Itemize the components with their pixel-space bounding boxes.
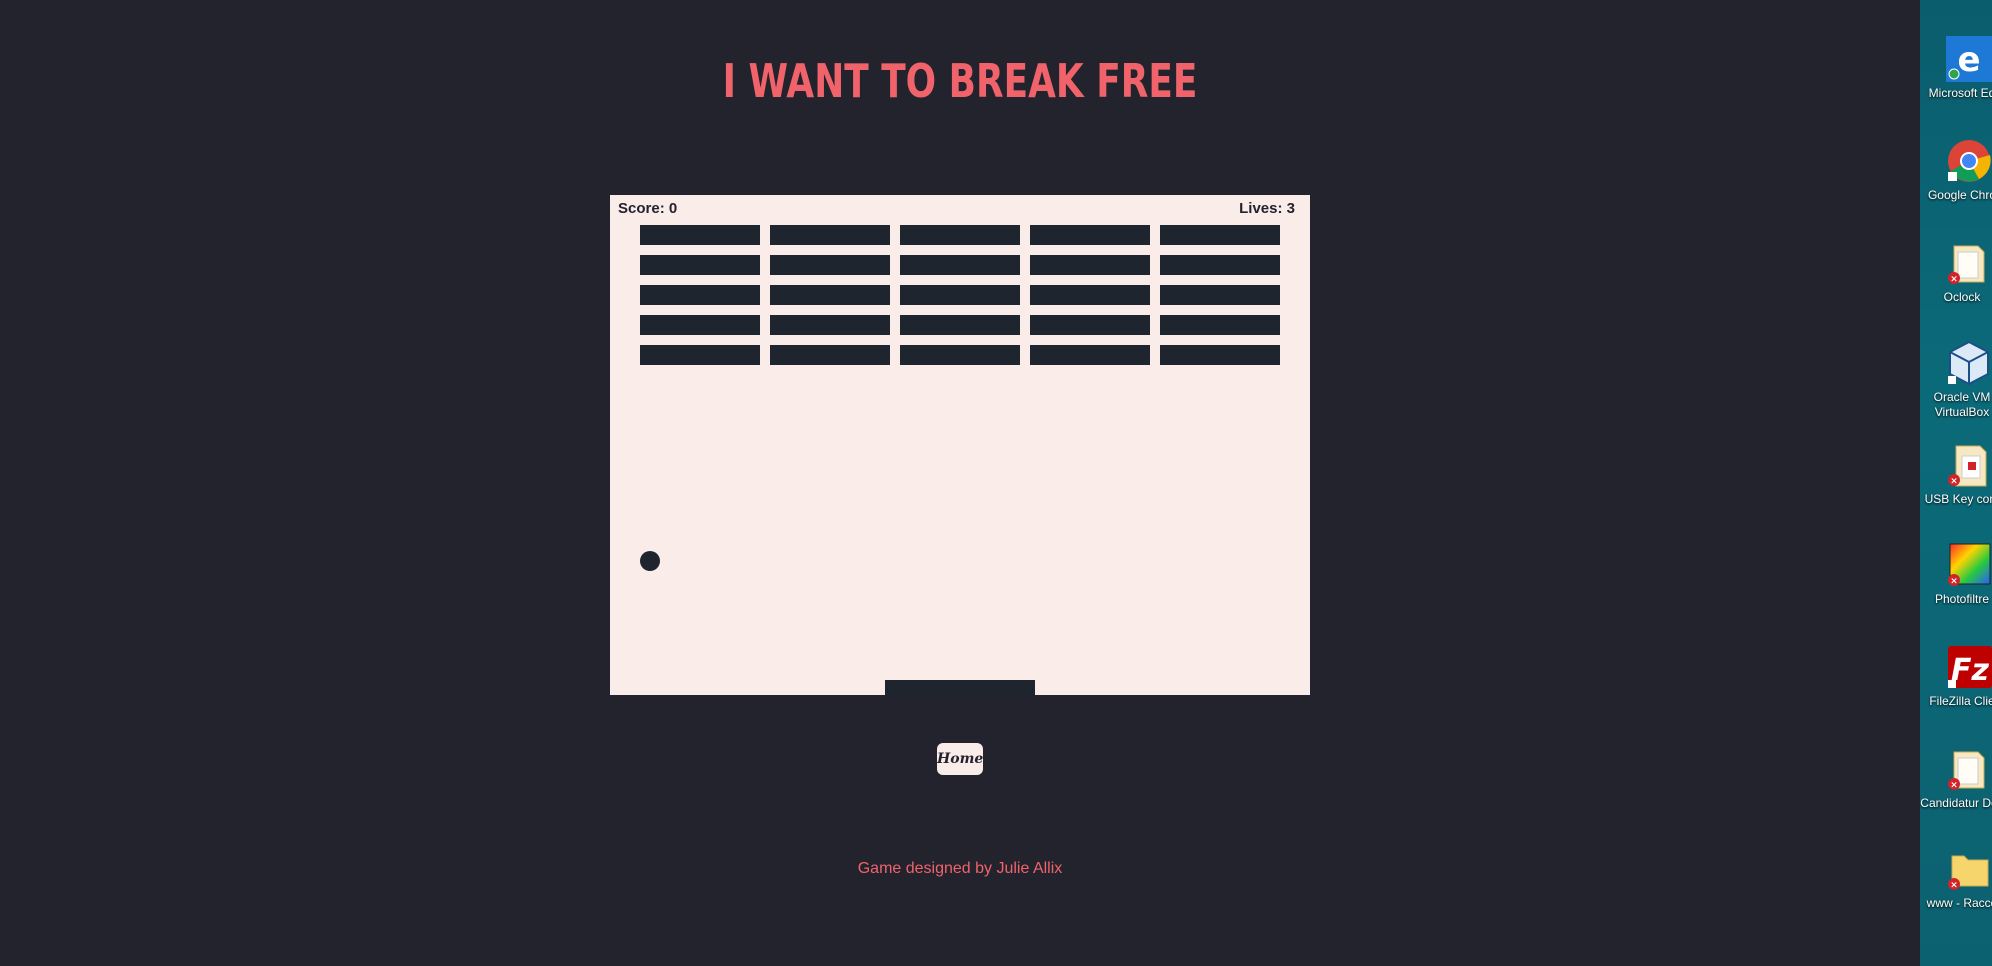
desktop-shortcut-label: Oclock — [1943, 290, 1981, 304]
brick — [900, 225, 1020, 245]
photofiltre-icon: × — [1948, 543, 1991, 587]
svg-text:×: × — [1950, 477, 1958, 487]
chrome-icon — [1948, 140, 1991, 182]
brick — [900, 285, 1020, 305]
home-button[interactable]: Home — [937, 743, 983, 775]
folder-icon: × — [1948, 855, 1989, 891]
brick — [640, 255, 760, 275]
brick — [770, 255, 890, 275]
brick — [770, 285, 890, 305]
svg-text:e: e — [1957, 40, 1980, 80]
brick — [1160, 345, 1280, 365]
brick — [1160, 255, 1280, 275]
desktop-shortcut-label: FileZilla Clie — [1929, 694, 1992, 708]
brick — [770, 315, 890, 335]
brick — [640, 285, 760, 305]
brick — [900, 315, 1020, 335]
brick — [900, 255, 1020, 275]
desktop-shortcut-label: USB Key cont — [1924, 492, 1992, 506]
svg-text:×: × — [1950, 881, 1958, 891]
brick — [640, 315, 760, 335]
brick — [640, 225, 760, 245]
brick — [1030, 315, 1150, 335]
edge-icon: e — [1946, 36, 1992, 82]
brick — [1160, 285, 1280, 305]
game-canvas[interactable]: Score: 0 Lives: 3 — [610, 195, 1310, 695]
brick — [1030, 285, 1150, 305]
desktop-shortcut-label: www - Racco — [1926, 896, 1992, 910]
desktop-shortcut-label: Microsoft Ed — [1928, 86, 1992, 100]
lives-display: Lives: 3 — [1239, 200, 1295, 217]
desktop-shortcut-label: Photofiltre — [1934, 592, 1990, 606]
brick — [1030, 345, 1150, 365]
document-icon: × — [1948, 445, 1987, 487]
filezilla-icon: Fz — [1948, 646, 1992, 688]
brick — [640, 345, 760, 365]
footer-credit: Game designed by Julie Allix — [857, 860, 1063, 877]
brick — [1030, 225, 1150, 245]
score-display: Score: 0 — [618, 200, 678, 217]
page-title: I WANT TO BREAK FREE — [722, 54, 1198, 108]
game-page: I WANT TO BREAK FREE Score: 0 Lives: 3 H… — [0, 0, 1920, 966]
brick — [770, 345, 890, 365]
desktop-icon-strip: e Microsoft Ed Google Chro × Oclock Orac… — [1920, 0, 1992, 966]
paddle[interactable] — [885, 680, 1035, 695]
folder-icon: × — [1948, 245, 1985, 285]
brick — [1160, 225, 1280, 245]
folder-icon: × — [1948, 751, 1985, 791]
brick — [770, 225, 890, 245]
svg-text:×: × — [1950, 781, 1958, 791]
brick — [900, 345, 1020, 365]
virtualbox-icon — [1948, 340, 1989, 386]
svg-text:×: × — [1950, 275, 1958, 285]
svg-text:×: × — [1950, 577, 1958, 587]
desktop-shortcut-label: Oracle VM VirtualBox — [1933, 390, 1991, 419]
desktop-shortcut-label: Candidatur Dev — [1920, 796, 1992, 810]
svg-text:Fz: Fz — [1951, 653, 1989, 688]
brick — [1160, 315, 1280, 335]
desktop-shortcut-label: Google Chro — [1927, 188, 1992, 202]
brick — [1030, 255, 1150, 275]
ball — [640, 551, 660, 571]
